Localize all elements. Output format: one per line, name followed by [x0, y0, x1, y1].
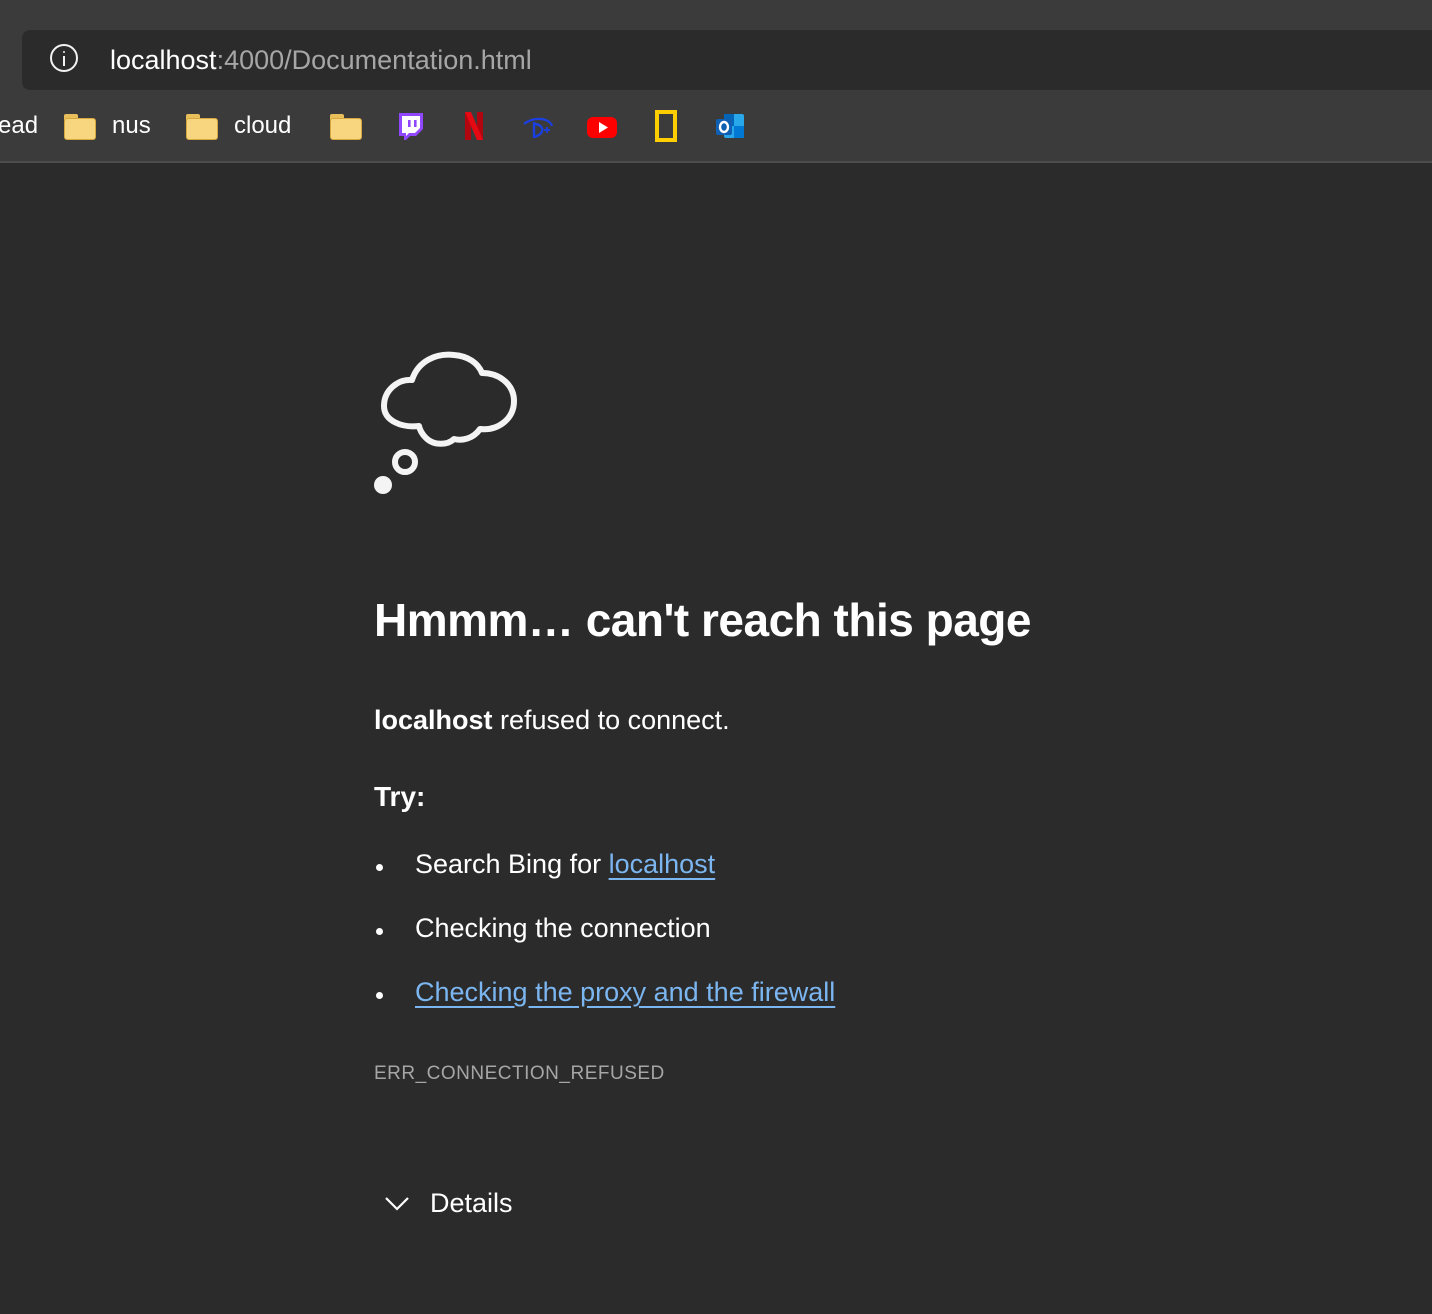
search-prefix: Search Bing for	[415, 849, 609, 879]
check-connection-text: Checking the connection	[415, 913, 711, 943]
folder-icon	[186, 114, 218, 140]
bullet	[376, 928, 383, 935]
browser-chrome: localhost:4000/Documentation.html ead nu…	[0, 0, 1432, 163]
error-code: ERR_CONNECTION_REFUSED	[374, 1063, 665, 1084]
try-label: Try:	[374, 781, 426, 812]
proxy-firewall-link[interactable]: Checking the proxy and the firewall	[415, 977, 835, 1007]
url-path: :4000/Documentation.html	[216, 45, 532, 75]
chevron-down-icon	[385, 1197, 409, 1211]
twitch-icon[interactable]	[395, 110, 427, 142]
url-host: localhost	[110, 45, 217, 75]
url-text[interactable]: localhost:4000/Documentation.html	[110, 43, 532, 77]
bookmark-folder-nus[interactable]: nus	[64, 104, 151, 148]
national-geographic-icon[interactable]	[650, 110, 682, 142]
error-message: localhost refused to connect.	[374, 705, 730, 736]
address-bar[interactable]: localhost:4000/Documentation.html	[22, 30, 1432, 90]
bookmarks-bar: ead nus cloud	[0, 104, 1432, 148]
bookmark-label: cloud	[234, 112, 292, 139]
netflix-icon[interactable]	[458, 110, 490, 142]
disney-plus-icon[interactable]	[522, 110, 554, 142]
youtube-icon[interactable]	[586, 110, 618, 142]
bookmark-label: ead	[0, 112, 39, 139]
thought-cloud-icon	[374, 351, 517, 494]
error-message-text: refused to connect.	[492, 705, 730, 735]
details-label: Details	[430, 1187, 513, 1218]
search-bing-link[interactable]: localhost	[609, 849, 716, 879]
folder-icon	[64, 114, 96, 140]
details-toggle[interactable]: Details	[384, 1183, 513, 1223]
error-headline: Hmmm… can't reach this page	[374, 594, 1031, 646]
bookmark-label: nus	[112, 112, 151, 139]
info-icon[interactable]	[50, 44, 78, 72]
bookmark-truncated[interactable]: ead	[0, 104, 38, 148]
bookmark-folder-cloud[interactable]: cloud	[186, 104, 291, 148]
error-host: localhost	[374, 705, 493, 735]
folder-icon	[330, 114, 362, 140]
bullet	[376, 864, 383, 871]
outlook-icon[interactable]	[714, 110, 746, 142]
bookmark-folder-unnamed[interactable]	[330, 104, 362, 148]
bullet	[376, 992, 383, 999]
